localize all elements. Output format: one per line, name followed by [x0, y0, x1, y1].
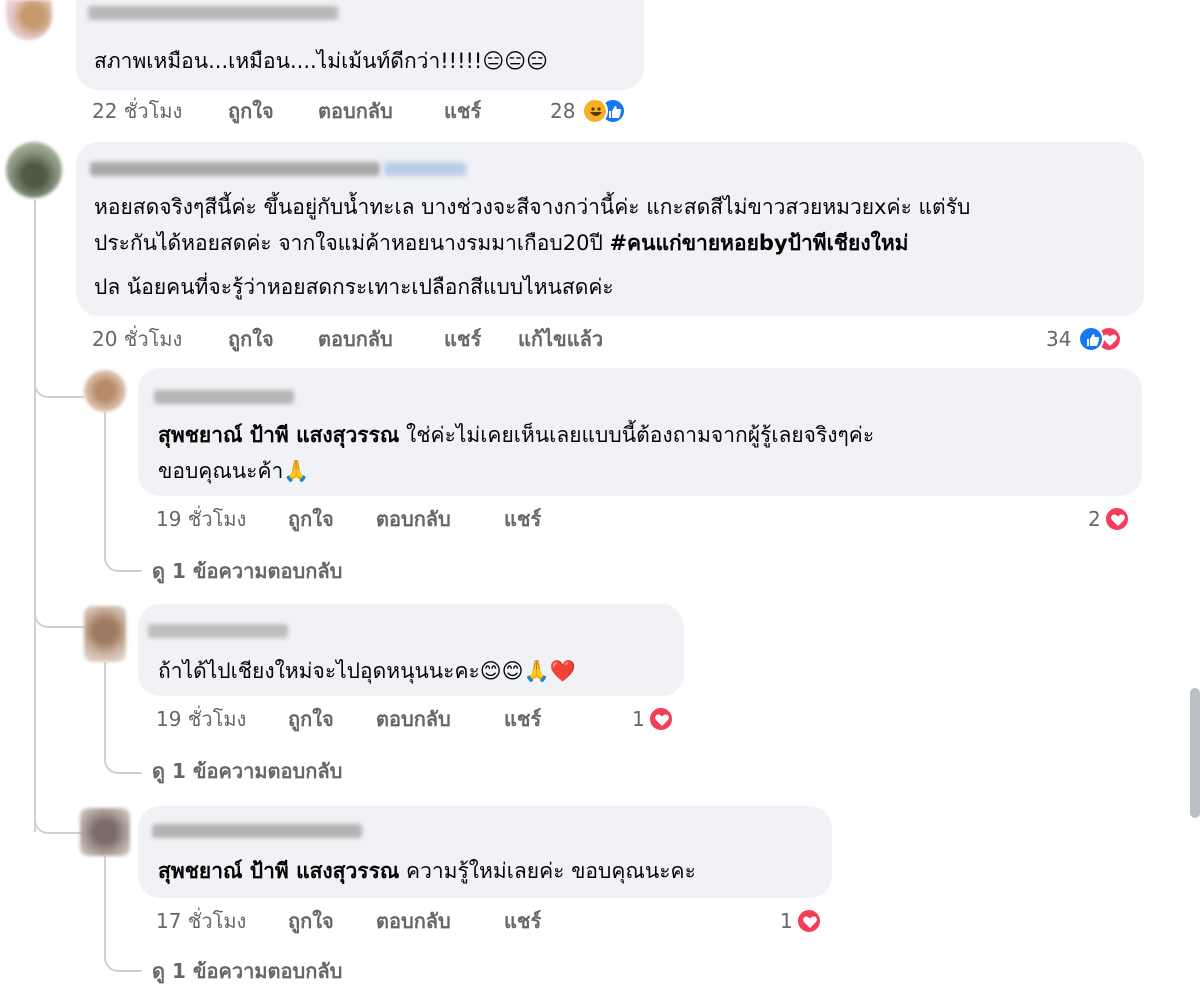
- like-button[interactable]: ถูกใจ: [288, 704, 334, 734]
- reply-bubble: สุพชยาณ์ ป้าพี แสงสุวรรณ ใช่ค่ะไม่เคยเห็…: [138, 368, 1142, 496]
- reply-thread-line: [104, 412, 106, 548]
- reaction-summary[interactable]: 28: [550, 96, 642, 126]
- redacted-author-name: [148, 624, 288, 638]
- avatar[interactable]: [80, 808, 130, 856]
- comment-text-line: ปล น้อยคนที่จะรู้ว่าหอยสดกระเทาะเปลือกสี…: [94, 275, 614, 299]
- reply-thread-connector: [104, 748, 142, 774]
- comment-actions: 22 ชั่วโมง ถูกใจ ตอบกลับ แชร์: [92, 96, 512, 126]
- comment-text: สภาพเหมือน...เหมือน....ไม่เม้นท์ดีกว่า!!…: [94, 49, 549, 73]
- reply-text-line: สุพชยาณ์ ป้าพี แสงสุวรรณ ความรู้ใหม่เลยค…: [158, 854, 696, 888]
- comment-actions: 20 ชั่วโมง ถูกใจ ตอบกลับ แชร์ แก้ไขแล้ว: [92, 324, 652, 354]
- reply-text: ความรู้ใหม่เลยค่ะ ขอบคุณนะคะ: [399, 859, 696, 883]
- reaction-summary[interactable]: 1: [780, 906, 832, 936]
- reply-button[interactable]: ตอบกลับ: [376, 906, 451, 936]
- love-icon: [1104, 506, 1130, 532]
- comment-time[interactable]: 19 ชั่วโมง: [156, 504, 246, 534]
- mention-link[interactable]: สุพชยาณ์ ป้าพี แสงสุวรรณ: [158, 423, 399, 447]
- share-button[interactable]: แชร์: [444, 96, 481, 126]
- reply-thread-connector: [104, 546, 142, 572]
- redacted-author-name: [154, 390, 294, 404]
- comment-time[interactable]: 19 ชั่วโมง: [156, 704, 246, 734]
- reply-text: ใช่ค่ะไม่เคยเห็นเลยแบบนี้ต้องถามจากผู้รู…: [399, 423, 875, 447]
- like-button[interactable]: ถูกใจ: [228, 96, 274, 126]
- avatar[interactable]: [6, 0, 52, 40]
- thread-connector: [34, 806, 82, 834]
- comment-time[interactable]: 17 ชั่วโมง: [156, 906, 246, 936]
- share-button[interactable]: แชร์: [504, 906, 541, 936]
- comment-actions: 17 ชั่วโมง ถูกใจ ตอบกลับ แชร์: [156, 906, 576, 936]
- reply-text-line: ขอบคุณนะค้า🙏: [158, 459, 310, 483]
- reaction-count: 34: [1046, 327, 1072, 351]
- comment-actions: 19 ชั่วโมง ถูกใจ ตอบกลับ แชร์: [156, 704, 576, 734]
- reply-bubble: สุพชยาณ์ ป้าพี แสงสุวรรณ ความรู้ใหม่เลยค…: [138, 806, 832, 898]
- comment-actions: 19 ชั่วโมง ถูกใจ ตอบกลับ แชร์: [156, 504, 576, 534]
- view-replies-link[interactable]: ดู 1 ข้อความตอบกลับ: [152, 556, 342, 586]
- like-button[interactable]: ถูกใจ: [288, 906, 334, 936]
- comment-text-line: ประกันได้หอยสดค่ะ จากใจแม่ค้าหอยนางรมมาเ…: [94, 226, 909, 260]
- comment-time[interactable]: 20 ชั่วโมง: [92, 324, 182, 354]
- avatar[interactable]: [84, 370, 126, 412]
- reaction-count: 2: [1088, 507, 1101, 531]
- redacted-author-name: [152, 824, 362, 838]
- avatar[interactable]: [6, 142, 62, 198]
- reply-button[interactable]: ตอบกลับ: [376, 704, 451, 734]
- comment-text-line: หอยสดจริงๆสีนี้ค่ะ ขึ้นอยู่กับน้ำทะเล บา…: [94, 195, 971, 219]
- scrollbar[interactable]: [1190, 688, 1200, 818]
- reaction-summary[interactable]: 34: [1046, 324, 1142, 354]
- comment-time[interactable]: 22 ชั่วโมง: [92, 96, 182, 126]
- redacted-author-name: [88, 6, 338, 20]
- reply-text: ถ้าได้ไปเชียงใหม่จะไปอุดหนุนนะคะ😊😊🙏❤️: [158, 659, 576, 683]
- reaction-count: 28: [550, 99, 576, 123]
- love-icon: [648, 706, 674, 732]
- reply-button[interactable]: ตอบกลับ: [376, 504, 451, 534]
- mention-link[interactable]: สุพชยาณ์ ป้าพี แสงสุวรรณ: [158, 859, 399, 883]
- share-button[interactable]: แชร์: [504, 704, 541, 734]
- thread-connector: [34, 600, 84, 628]
- reaction-count: 1: [632, 707, 645, 731]
- reaction-summary[interactable]: 2: [1088, 504, 1142, 534]
- reply-thread-line: [104, 856, 106, 948]
- reply-thread-line: [104, 662, 106, 750]
- haha-icon: [582, 98, 608, 124]
- comment-bubble: หอยสดจริงๆสีนี้ค่ะ ขึ้นอยู่กับน้ำทะเล บา…: [76, 142, 1144, 316]
- view-replies-link[interactable]: ดู 1 ข้อความตอบกลับ: [152, 756, 342, 786]
- redacted-author-name: [90, 162, 380, 176]
- like-button[interactable]: ถูกใจ: [288, 504, 334, 534]
- redacted-badge: [384, 162, 466, 176]
- thread-line: [34, 200, 36, 832]
- reply-button[interactable]: ตอบกลับ: [318, 324, 393, 354]
- avatar[interactable]: [84, 606, 126, 662]
- comment-text: ประกันได้หอยสดค่ะ จากใจแม่ค้าหอยนางรมมาเ…: [94, 231, 610, 255]
- thread-connector: [34, 370, 84, 398]
- comment-bubble: สภาพเหมือน...เหมือน....ไม่เม้นท์ดีกว่า!!…: [76, 0, 644, 90]
- reply-text-line: สุพชยาณ์ ป้าพี แสงสุวรรณ ใช่ค่ะไม่เคยเห็…: [158, 418, 874, 452]
- share-button[interactable]: แชร์: [504, 504, 541, 534]
- hashtag-link[interactable]: #คนแก่ขายหอยbyป้าพีเชียงใหม่: [609, 231, 908, 255]
- share-button[interactable]: แชร์: [444, 324, 481, 354]
- reaction-summary[interactable]: 1: [632, 704, 684, 734]
- reaction-count: 1: [780, 909, 793, 933]
- like-button[interactable]: ถูกใจ: [228, 324, 274, 354]
- edited-label[interactable]: แก้ไขแล้ว: [518, 324, 603, 354]
- reply-button[interactable]: ตอบกลับ: [318, 96, 393, 126]
- like-icon: [1078, 326, 1104, 352]
- love-icon: [796, 908, 822, 934]
- reply-bubble: ถ้าได้ไปเชียงใหม่จะไปอุดหนุนนะคะ😊😊🙏❤️: [138, 604, 684, 696]
- reply-thread-connector: [104, 946, 142, 972]
- view-replies-link[interactable]: ดู 1 ข้อความตอบกลับ: [152, 956, 342, 986]
